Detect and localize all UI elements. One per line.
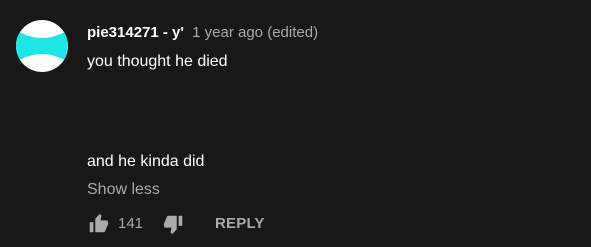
thumbs-up-icon[interactable] — [87, 213, 109, 235]
author-name[interactable]: pie314271 - y' — [87, 24, 184, 41]
avatar-image — [16, 20, 68, 72]
reply-button[interactable]: REPLY — [215, 214, 265, 234]
comment-header: pie314271 - y' 1 year ago (edited) — [87, 23, 318, 43]
thumbs-down-icon[interactable] — [163, 213, 185, 235]
comment-actions: 141 REPLY — [87, 213, 287, 235]
avatar[interactable] — [16, 20, 68, 72]
comment-timestamp[interactable]: 1 year ago — [192, 24, 263, 41]
comment-text-line-2: and he kinda did — [87, 153, 205, 170]
edited-label: (edited) — [267, 24, 319, 41]
comment-text-line-1: you thought he died — [87, 53, 228, 70]
comment-thread: pie314271 - y' 1 year ago (edited) you t… — [0, 0, 591, 247]
like-count: 141 — [118, 215, 144, 232]
show-less-button[interactable]: Show less — [87, 180, 160, 200]
